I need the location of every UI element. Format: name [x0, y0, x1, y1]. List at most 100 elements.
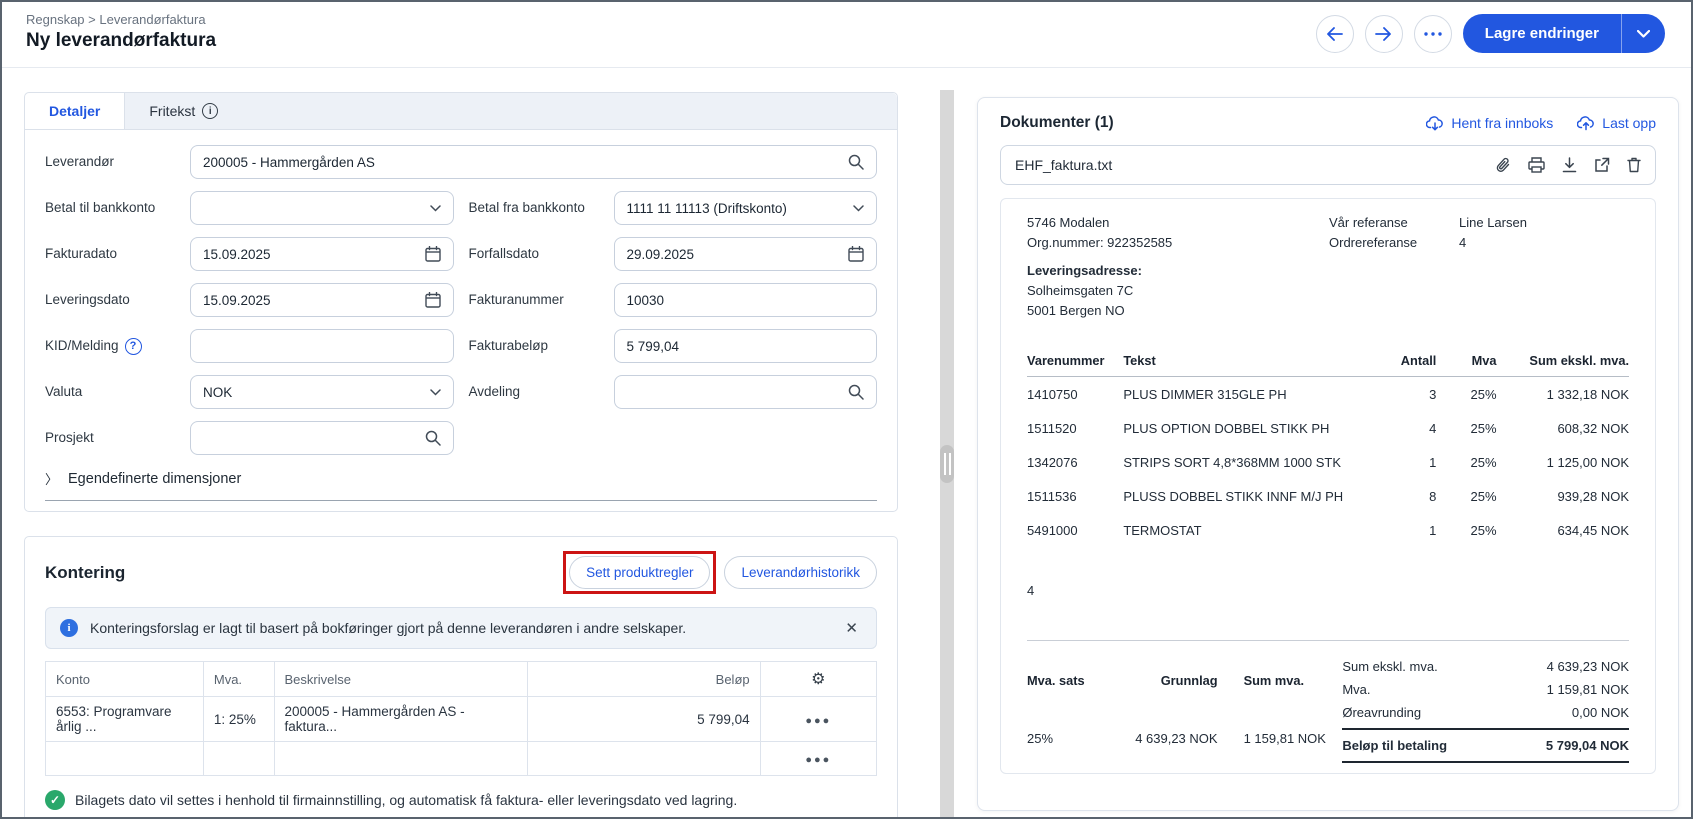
cell-konto-empty[interactable]: [46, 742, 204, 776]
trash-icon[interactable]: [1627, 157, 1641, 173]
col-mva: Mva: [1436, 353, 1496, 377]
prosjekt-input[interactable]: [190, 421, 454, 455]
supplier-history-button[interactable]: Leverandørhistorikk: [724, 556, 877, 589]
arrow-left-icon: [1326, 27, 1343, 41]
forfallsdato-input[interactable]: 29.09.2025: [614, 237, 878, 271]
ellipsis-icon: [1424, 32, 1442, 36]
search-icon[interactable]: [848, 154, 864, 170]
gear-icon[interactable]: ⚙: [811, 671, 825, 688]
calendar-icon[interactable]: [425, 246, 441, 262]
invoice-divider: [1027, 640, 1629, 641]
delivery-address-line2: 5001 Bergen NO: [1027, 301, 1329, 321]
upload-link[interactable]: Last opp: [1577, 115, 1656, 131]
vat-header-row: Mva. sats Grunnlag Sum mva.: [1027, 655, 1342, 718]
avdeling-input[interactable]: [614, 375, 878, 409]
org-number: Org.nummer: 922352585: [1027, 233, 1329, 253]
tab-strip: Detaljer Fritekst i: [25, 93, 897, 130]
supplier-address-block: 5746 Modalen Org.nummer: 922352585 Lever…: [1027, 213, 1329, 321]
cell-belop[interactable]: 5 799,04: [527, 697, 760, 742]
cell-beskrivelse[interactable]: 200005 - Hammergården AS - faktura...: [274, 697, 527, 742]
save-dropdown-button[interactable]: [1621, 14, 1665, 53]
close-icon[interactable]: ✕: [841, 619, 862, 637]
cell-mva-empty[interactable]: [203, 742, 274, 776]
leverandor-input[interactable]: 200005 - Hammergården AS: [190, 145, 877, 179]
tab-detaljer[interactable]: Detaljer: [25, 93, 125, 129]
invoice-preview: 5746 Modalen Org.nummer: 922352585 Lever…: [1000, 198, 1656, 774]
kontering-title: Kontering: [45, 563, 563, 583]
item-row: 1342076 STRIPS SORT 4,8*368MM 1000 STK 1…: [1027, 445, 1629, 479]
chevron-down-icon: [430, 389, 441, 396]
prosjekt-label: Prosjekt: [45, 421, 190, 455]
sum-excl-value: 4 639,23 NOK: [1547, 655, 1629, 678]
invoice-form-panel: Detaljer Fritekst i Leverandør 200005 - …: [24, 92, 898, 819]
save-button[interactable]: Lagre endringer: [1463, 14, 1621, 53]
document-row[interactable]: EHF_faktura.txt: [1000, 145, 1656, 185]
order-reference-value: 4: [1459, 233, 1466, 253]
print-icon[interactable]: [1528, 157, 1545, 173]
open-external-icon[interactable]: [1594, 157, 1610, 173]
invoice-totals: Sum ekskl. mva. 4 639,23 NOK Mva. 1 159,…: [1342, 655, 1629, 763]
info-icon: i: [202, 103, 218, 119]
info-icon: i: [60, 619, 78, 637]
search-icon[interactable]: [848, 384, 864, 400]
fakturadato-value: 15.09.2025: [203, 247, 425, 262]
valuta-label: Valuta: [45, 375, 190, 409]
fakturabelop-input[interactable]: 5 799,04: [614, 329, 878, 363]
top-actions: Lagre endringer: [1316, 14, 1665, 53]
download-icon[interactable]: [1562, 157, 1577, 173]
cell-konto[interactable]: 6553: Programvare årlig ...: [46, 697, 204, 742]
item-nr: 1511520: [1027, 411, 1123, 445]
search-icon[interactable]: [425, 430, 441, 446]
col-tekst: Tekst: [1123, 353, 1376, 377]
cell-mva[interactable]: 1: 25%: [203, 697, 274, 742]
item-text: PLUS OPTION DOBBEL STIKK PH: [1123, 411, 1376, 445]
chevron-down-icon: [853, 205, 864, 212]
help-icon[interactable]: ?: [125, 338, 142, 355]
paperclip-icon[interactable]: [1496, 157, 1511, 174]
calendar-icon[interactable]: [848, 246, 864, 262]
date-footnote: ✓ Bilagets dato vil settes i henhold til…: [45, 790, 877, 810]
fakturabelop-value: 5 799,04: [627, 339, 865, 354]
tab-fritekst-label: Fritekst: [149, 103, 195, 119]
col-belop: Beløp: [527, 662, 760, 697]
fakturadato-input[interactable]: 15.09.2025: [190, 237, 454, 271]
vat-label: Mva.: [1342, 678, 1370, 701]
details-card: Detaljer Fritekst i Leverandør 200005 - …: [24, 92, 898, 512]
cell-belop-empty[interactable]: [527, 742, 760, 776]
row-menu-button[interactable]: ●●●: [805, 754, 831, 766]
item-qty: 1: [1376, 513, 1436, 547]
fakturanummer-input[interactable]: 10030: [614, 283, 878, 317]
fetch-from-inbox-link[interactable]: Hent fra innboks: [1426, 115, 1553, 131]
leveringsdato-input[interactable]: 15.09.2025: [190, 283, 454, 317]
set-product-rules-button[interactable]: Sett produktregler: [569, 556, 710, 589]
save-split-button: Lagre endringer: [1463, 14, 1665, 53]
betal-til-select[interactable]: [190, 191, 454, 225]
valuta-select[interactable]: NOK: [190, 375, 454, 409]
betal-fra-select[interactable]: 1111 11 11113 (Driftskonto): [614, 191, 878, 225]
cell-beskrivelse-empty[interactable]: [274, 742, 527, 776]
avdeling-label: Avdeling: [469, 375, 614, 409]
delivery-address-label: Leveringsadresse:: [1027, 261, 1329, 281]
col-mva: Mva.: [203, 662, 274, 697]
chevron-right-icon: 〉: [45, 469, 58, 488]
item-text: PLUSS DOBBEL STIKK INNF M/J PH: [1123, 479, 1376, 513]
leverandor-value: 200005 - Hammergården AS: [203, 155, 848, 170]
custom-dimensions-toggle[interactable]: 〉 Egendefinerte dimensjoner: [45, 469, 877, 501]
calendar-icon[interactable]: [425, 292, 441, 308]
item-sum: 634,45 NOK: [1497, 513, 1629, 547]
divider-drag-handle[interactable]: [940, 445, 954, 483]
more-options-button[interactable]: [1414, 15, 1452, 53]
fetch-from-inbox-label: Hent fra innboks: [1451, 115, 1553, 131]
item-text: TERMOSTAT: [1123, 513, 1376, 547]
back-button[interactable]: [1316, 15, 1354, 53]
cloud-upload-icon: [1577, 116, 1595, 131]
invoice-items-table: Varenummer Tekst Antall Mva Sum ekskl. m…: [1027, 353, 1629, 547]
vat-row: 25% 4 639,23 NOK 1 159,81 NOK: [1027, 718, 1342, 763]
document-filename: EHF_faktura.txt: [1015, 157, 1496, 173]
tab-fritekst[interactable]: Fritekst i: [125, 93, 242, 129]
forward-button[interactable]: [1365, 15, 1403, 53]
row-menu-button[interactable]: ●●●: [805, 715, 831, 727]
item-sum: 1 125,00 NOK: [1497, 445, 1629, 479]
kid-input[interactable]: [190, 329, 454, 363]
fakturabelop-label: Fakturabeløp: [469, 329, 614, 363]
